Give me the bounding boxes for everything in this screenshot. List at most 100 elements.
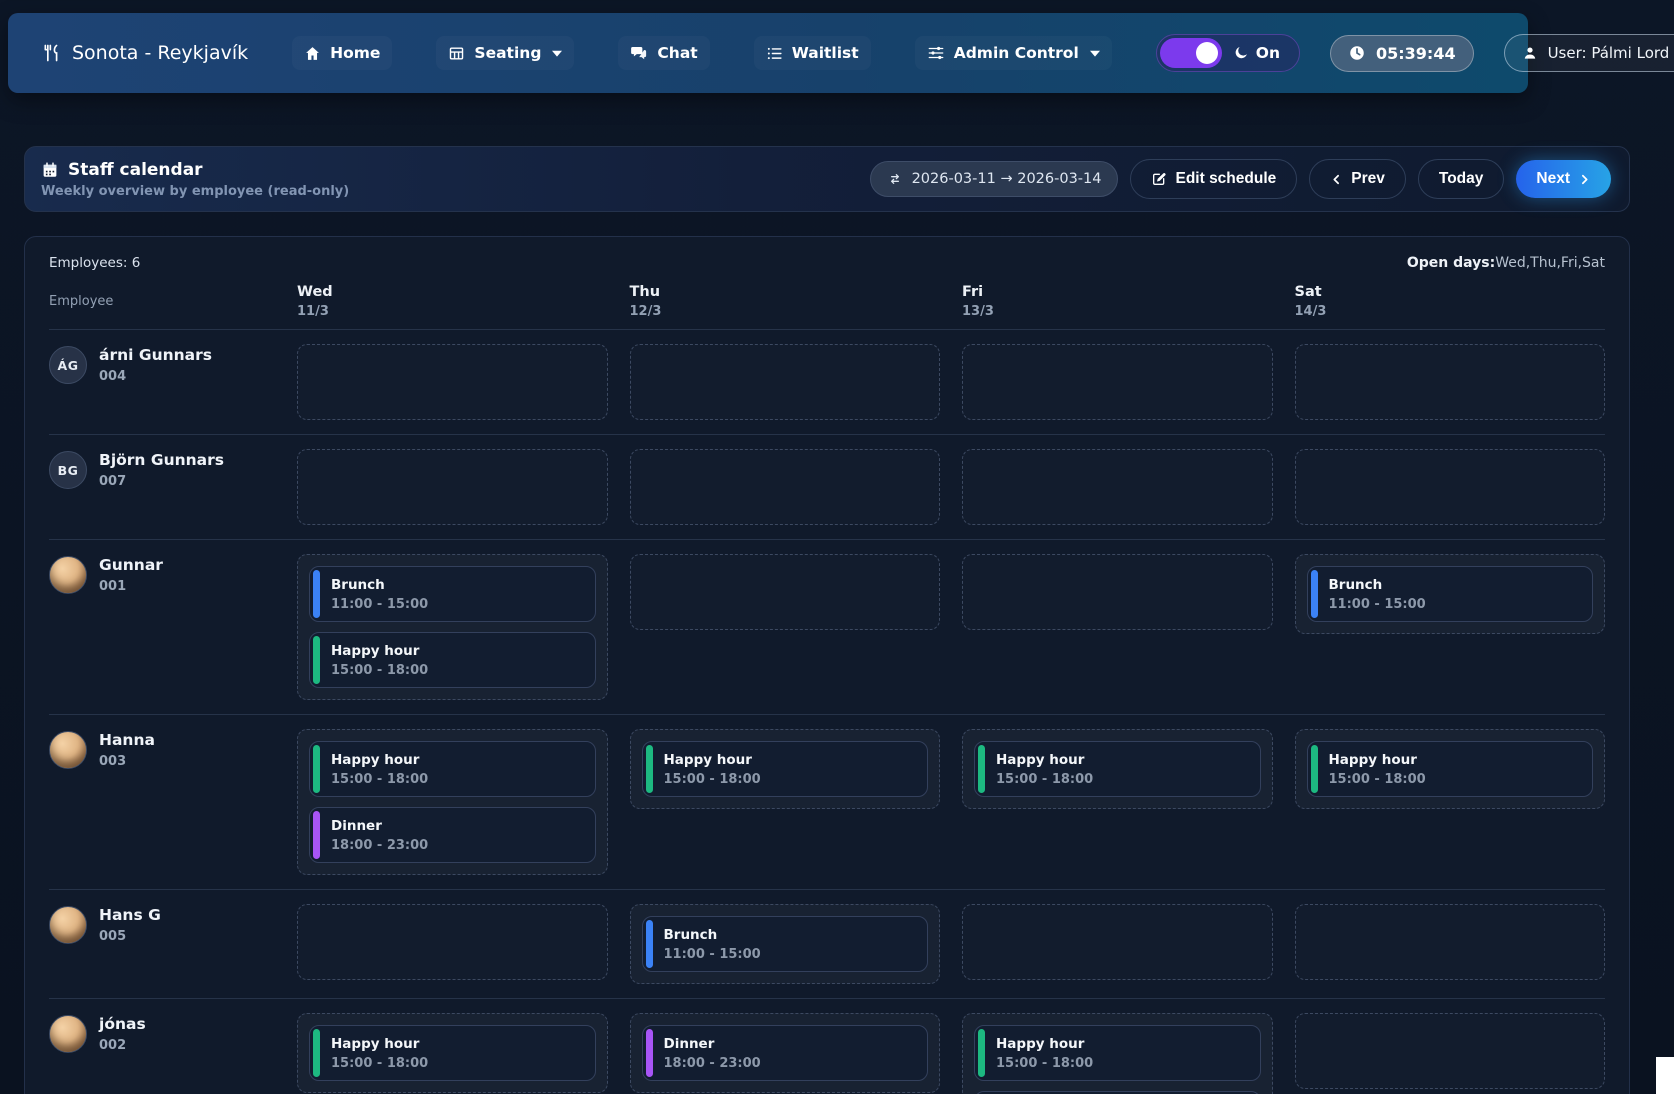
shift-label: Happy hour [1329,751,1579,770]
schedule-cell [962,554,1273,630]
schedule-cell [297,904,608,980]
schedule-cell: Brunch11:00 - 15:00Happy hour15:00 - 18:… [297,554,608,700]
schedule-cell: Happy hour15:00 - 18:00Brunch11:00 - 15:… [962,1013,1273,1094]
navbar: Sonota - Reykjavík Home Seating Chat Wai… [8,13,1528,93]
schedule-cell: Happy hour15:00 - 18:00 [962,729,1273,809]
sliders-icon [927,44,945,62]
schedule-cell: Happy hour15:00 - 18:00 [297,1013,608,1093]
edit-pencil-icon [1151,171,1167,187]
nav-item-home[interactable]: Home [292,36,392,70]
employee-name: árni Gunnars [99,346,212,365]
employee-info: Hanna003 [99,731,155,769]
column-headers: Employee Wed11/3Thu12/3Fri13/3Sat14/3 [49,283,1605,330]
nav-item-admin-control[interactable]: Admin Control [915,36,1112,70]
moon-icon [1233,45,1249,61]
open-days-label: Open days: [1407,255,1495,271]
edit-schedule-button[interactable]: Edit schedule [1130,159,1297,199]
employee-cell: Hanna003 [49,729,275,769]
shift-label: Happy hour [331,642,581,661]
day-name: Wed [297,283,608,301]
nav-item-seating[interactable]: Seating [436,36,574,70]
employee-name: Hanna [99,731,155,750]
day-name: Sat [1295,283,1606,301]
date-range-badge[interactable]: 2026-03-11 → 2026-03-14 [870,161,1119,197]
shift-time: 11:00 - 15:00 [664,945,914,964]
schedule-cell [962,449,1273,525]
today-label: Today [1439,170,1484,188]
restaurant-utensils-icon [42,43,62,63]
schedule-cell [962,904,1273,980]
page-subtitle: Weekly overview by employee (read-only) [41,184,349,199]
avatar-photo [49,906,87,944]
waitlist-list-icon [766,45,783,62]
day-date: 13/3 [962,304,1273,319]
employee-cell: jónas002 [49,1013,275,1053]
schedule-cell: Happy hour15:00 - 18:00 [630,729,941,809]
nav-item-waitlist[interactable]: Waitlist [754,36,871,70]
day-date: 14/3 [1295,304,1606,319]
brand[interactable]: Sonota - Reykjavík [42,42,248,64]
prev-label: Prev [1351,170,1385,188]
page-title-row: Staff calendar [41,160,349,180]
employees-count: Employees: 6 [49,255,140,271]
shift-label: Dinner [331,817,581,836]
avatar-initials: ÁG [49,346,87,384]
employee-id: 007 [99,474,224,489]
day-header-thu: Thu 12/3 [630,283,941,319]
nav-item-label: Seating [474,44,541,62]
avatar-photo [49,731,87,769]
day-date: 12/3 [630,304,941,319]
staff-calendar-header: Staff calendar Weekly overview by employ… [24,146,1630,212]
dark-mode-toggle[interactable] [1160,38,1222,68]
shift-label: Brunch [331,576,581,595]
chevron-left-icon [1330,173,1343,186]
edit-schedule-label: Edit schedule [1175,170,1276,188]
seating-table-icon [448,45,465,62]
shift-chip: Dinner18:00 - 23:00 [309,807,596,863]
shift-chip: Happy hour15:00 - 18:00 [642,741,929,797]
schedule-cell [1295,904,1606,980]
day-header-wed: Wed11/3 [297,283,608,319]
nav-item-label: Home [330,44,380,62]
open-days-value: Wed,Thu,Fri,Sat [1495,255,1605,271]
next-button[interactable]: Next [1516,160,1611,198]
shift-label: Happy hour [331,1035,581,1054]
schedule-cell: Happy hour15:00 - 18:00 [1295,729,1606,809]
open-days: Open days:Wed,Thu,Fri,Sat [1407,255,1605,271]
day-name: Fri [962,283,1273,301]
nav-item-label: Admin Control [954,44,1079,62]
employee-row: Gunnar001Brunch11:00 - 15:00Happy hour15… [49,540,1605,715]
employee-id: 004 [99,369,212,384]
shift-chip: Happy hour15:00 - 18:00 [974,741,1261,797]
calendar-icon [41,161,59,179]
day-name: Thu [630,283,941,301]
employee-cell: ÁG árni Gunnars 004 [49,344,275,384]
schedule-cell [297,449,608,525]
employee-cell: Hans G005 [49,904,275,944]
dark-mode-state: On [1222,44,1296,62]
nav-item-chat[interactable]: Chat [618,36,709,70]
schedule-cell [1295,449,1606,525]
shift-time: 15:00 - 18:00 [1329,770,1579,789]
nav-item-label: Waitlist [792,44,859,62]
dark-mode-label: On [1256,44,1280,62]
employee-info: jónas002 [99,1015,146,1053]
shift-chip: Brunch11:00 - 15:00 [1307,566,1594,622]
employee-row: Hans G005Brunch11:00 - 15:00 [49,890,1605,999]
schedule-cell [1295,344,1606,420]
brand-label: Sonota - Reykjavík [72,42,248,64]
prev-button[interactable]: Prev [1309,159,1406,199]
employee-id: 005 [99,929,161,944]
employee-info: árni Gunnars 004 [99,346,212,384]
shift-time: 15:00 - 18:00 [664,770,914,789]
shift-time: 11:00 - 15:00 [1329,595,1579,614]
avatar-photo [49,1015,87,1053]
nav-item-label: Chat [657,44,697,62]
today-button[interactable]: Today [1418,159,1505,199]
employee-cell: BGBjörn Gunnars007 [49,449,275,489]
shift-chip: Happy hour15:00 - 18:00 [974,1025,1261,1081]
scrollbar-thumb[interactable] [1656,1057,1674,1094]
shift-label: Happy hour [996,1035,1246,1054]
user-badge[interactable]: User: Pálmi Lord (Admin) [1504,34,1674,72]
shift-label: Brunch [1329,576,1579,595]
